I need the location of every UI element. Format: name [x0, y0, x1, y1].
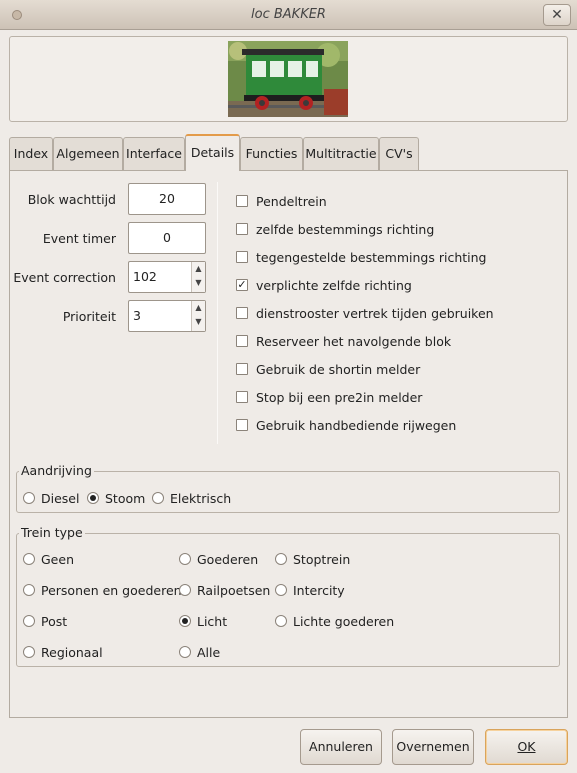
- radio-button[interactable]: [152, 492, 164, 504]
- prioriteit-stepper[interactable]: ▲ ▼: [191, 301, 205, 331]
- radio-button[interactable]: [23, 553, 35, 565]
- checkbox-box[interactable]: [236, 335, 248, 347]
- checkbox-label: dienstrooster vertrek tijden gebruiken: [256, 306, 494, 321]
- event-correction-label: Event correction: [13, 270, 116, 285]
- chevron-up-icon[interactable]: ▲: [195, 264, 201, 273]
- checkmark-icon: ✓: [237, 278, 247, 291]
- checkbox-label: Gebruik de shortin melder: [256, 362, 421, 377]
- radio-button[interactable]: [23, 646, 35, 658]
- checkbox-label: Stop bij een pre2in melder: [256, 390, 423, 405]
- radio-label: Geen: [41, 552, 74, 567]
- tab-details[interactable]: Details: [185, 134, 240, 171]
- radio-button[interactable]: [179, 646, 191, 658]
- event-correction-stepper[interactable]: ▲ ▼: [191, 262, 205, 292]
- loco-image-frame: [9, 36, 568, 122]
- radio-button-selected[interactable]: [179, 615, 191, 627]
- event-correction-spinner[interactable]: 102 ▲ ▼: [128, 261, 206, 293]
- radio-label: Post: [41, 614, 68, 629]
- radio-label: Elektrisch: [170, 491, 232, 506]
- prioriteit-spinner[interactable]: 3 ▲ ▼: [128, 300, 206, 332]
- event-correction-value: 102: [133, 269, 157, 284]
- blok-wachttijd-input[interactable]: 20: [128, 183, 206, 215]
- radio-button[interactable]: [275, 615, 287, 627]
- radio-button-selected[interactable]: [87, 492, 99, 504]
- chevron-up-icon[interactable]: ▲: [195, 303, 201, 312]
- aandrijving-frame: [16, 471, 560, 513]
- radio-button[interactable]: [275, 553, 287, 565]
- chevron-down-icon[interactable]: ▼: [195, 317, 201, 326]
- radio-label: Diesel: [41, 491, 80, 506]
- checkbox-label: Reserveer het navolgende blok: [256, 334, 452, 349]
- close-icon: ✕: [551, 7, 563, 23]
- checkbox-label: zelfde bestemmings richting: [256, 222, 435, 237]
- radio-label: Licht: [197, 614, 228, 629]
- event-timer-input[interactable]: 0: [128, 222, 206, 254]
- checkbox-box[interactable]: [236, 251, 248, 263]
- tab-algemeen[interactable]: Algemeen: [53, 137, 123, 171]
- tab-cvs[interactable]: CV's: [379, 137, 419, 171]
- checkbox-box-checked[interactable]: ✓: [236, 279, 248, 291]
- radio-label: Stoom: [105, 491, 146, 506]
- tab-interface[interactable]: Interface: [123, 137, 185, 171]
- ok-button-label: OK: [517, 739, 536, 754]
- radio-button[interactable]: [179, 584, 191, 596]
- aandrijving-legend: Aandrijving: [19, 463, 94, 478]
- radio-label: Railpoetsen: [197, 583, 271, 598]
- tab-index[interactable]: Index: [9, 137, 53, 171]
- blok-wachttijd-label: Blok wachttijd: [27, 192, 116, 207]
- loco-image: [228, 41, 348, 117]
- radio-label: Lichte goederen: [293, 614, 395, 629]
- radio-button[interactable]: [23, 492, 35, 504]
- apply-button[interactable]: Overnemen: [392, 729, 474, 765]
- checkbox-box[interactable]: [236, 419, 248, 431]
- radio-label: Regionaal: [41, 645, 103, 660]
- checkbox-label: Pendeltrein: [256, 194, 327, 209]
- prioriteit-label: Prioriteit: [62, 309, 116, 324]
- radio-label: Goederen: [197, 552, 259, 567]
- tab-functies[interactable]: Functies: [240, 137, 303, 171]
- radio-button[interactable]: [275, 584, 287, 596]
- radio-label: Intercity: [293, 583, 345, 598]
- checkbox-label: verplichte zelfde richting: [256, 278, 412, 293]
- vertical-separator: [217, 182, 218, 444]
- window-title: loc BAKKER: [251, 7, 326, 22]
- radio-button[interactable]: [179, 553, 191, 565]
- title-bar[interactable]: loc BAKKER ✕: [0, 0, 577, 30]
- trein-type-legend: Trein type: [19, 525, 85, 540]
- radio-button[interactable]: [23, 584, 35, 596]
- checkbox-box[interactable]: [236, 307, 248, 319]
- chevron-down-icon[interactable]: ▼: [195, 278, 201, 287]
- checkbox-label: tegengestelde bestemmings richting: [256, 250, 487, 265]
- radio-label: Alle: [197, 645, 221, 660]
- checkbox-box[interactable]: [236, 195, 248, 207]
- ok-button[interactable]: OK: [485, 729, 568, 765]
- cancel-button[interactable]: Annuleren: [300, 729, 382, 765]
- prioriteit-value: 3: [133, 308, 141, 323]
- checkbox-label: Gebruik handbediende rijwegen: [256, 418, 457, 433]
- radio-button[interactable]: [23, 615, 35, 627]
- tab-multitractie[interactable]: Multitractie: [303, 137, 379, 171]
- checkbox-box[interactable]: [236, 391, 248, 403]
- checkbox-box[interactable]: [236, 363, 248, 375]
- event-timer-label: Event timer: [42, 231, 116, 246]
- close-button[interactable]: ✕: [543, 4, 571, 26]
- checkbox-box[interactable]: [236, 223, 248, 235]
- radio-label: Personen en goederen: [41, 583, 182, 598]
- radio-label: Stoptrein: [293, 552, 351, 567]
